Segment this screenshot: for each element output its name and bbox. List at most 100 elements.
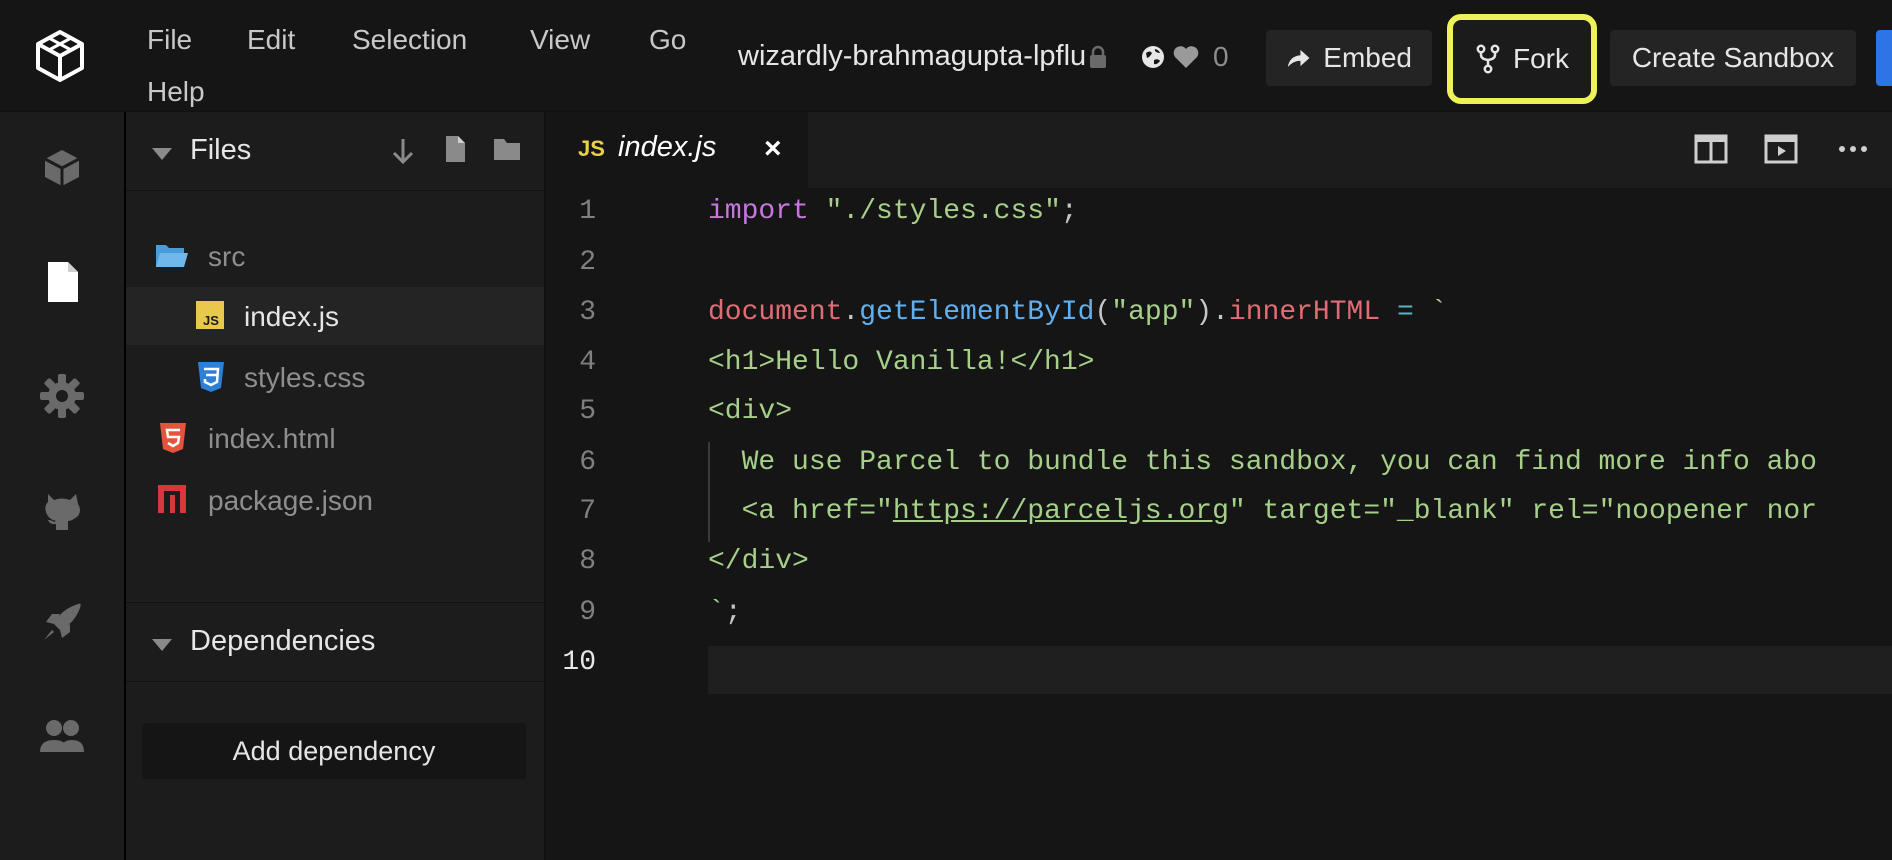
new-folder-icon[interactable] — [492, 136, 522, 162]
file-tree-item-src[interactable]: src — [126, 227, 544, 285]
html-file-icon — [160, 423, 186, 453]
line-number: 2 — [579, 247, 596, 278]
line-number: 5 — [579, 396, 596, 427]
folder-open-icon — [156, 245, 188, 267]
code-line-7: <a href="https://parceljs.org" target="_… — [708, 496, 1817, 527]
current-line-highlight — [708, 646, 1892, 694]
code-line-3: document.getElementById("app").innerHTML… — [708, 297, 1447, 328]
create-sandbox-button[interactable]: Create Sandbox — [1610, 30, 1856, 86]
code-token: " target="_blank" rel="noopener nor — [1228, 496, 1818, 527]
menu-selection[interactable]: Selection — [352, 24, 467, 56]
files-explorer-icon[interactable] — [38, 258, 86, 306]
menu-go[interactable]: Go — [649, 24, 686, 56]
file-name: index.js — [244, 301, 339, 332]
file-tree-item-package-json[interactable]: package.json — [126, 471, 544, 529]
file-tree-item-index-html[interactable]: index.html — [126, 409, 544, 467]
top-header: File Edit Selection View Go Help wizardl… — [0, 0, 1892, 112]
split-view-icon[interactable] — [1694, 134, 1728, 164]
code-line-1: import "./styles.css"; — [708, 196, 1078, 227]
code-line-6: We use Parcel to bundle this sandbox, yo… — [708, 447, 1817, 478]
code-token: innerHTML — [1228, 297, 1381, 328]
new-file-icon[interactable] — [442, 134, 468, 164]
create-sandbox-label: Create Sandbox — [1631, 42, 1835, 73]
line-number: 7 — [579, 496, 596, 527]
share-arrow-icon — [1287, 49, 1310, 68]
menu-edit[interactable]: Edit — [247, 24, 295, 56]
file-name: styles.css — [244, 362, 366, 393]
close-tab-icon[interactable]: × — [764, 132, 782, 166]
js-file-icon: JS — [196, 301, 224, 329]
npm-package-icon — [158, 485, 186, 513]
embed-label: Embed — [1323, 42, 1412, 73]
file-tree-item-index-js[interactable]: JS index.js — [126, 287, 544, 345]
line-number: 8 — [579, 546, 596, 577]
dependencies-title: Dependencies — [190, 625, 376, 657]
globe-icon — [1142, 46, 1164, 68]
line-number: 9 — [579, 597, 596, 628]
sandbox-info-icon[interactable] — [38, 144, 86, 192]
fork-label: Fork — [1513, 43, 1569, 74]
code-token: . — [842, 297, 860, 328]
code-token: document — [708, 297, 843, 328]
code-token: = — [1380, 297, 1431, 328]
collapse-triangle-icon[interactable] — [152, 639, 172, 651]
code-token: ; — [1060, 196, 1078, 227]
fork-button[interactable]: Fork — [1447, 14, 1597, 104]
fork-icon — [1476, 44, 1500, 74]
code-token: ( — [1094, 297, 1112, 328]
line-number: 4 — [579, 347, 596, 378]
svg-text:JS: JS — [203, 313, 219, 328]
js-file-icon: JS — [578, 136, 605, 161]
code-token: "app" — [1111, 297, 1196, 328]
code-token: ` — [1430, 297, 1448, 328]
file-name: package.json — [208, 485, 374, 516]
code-token: ). — [1195, 297, 1229, 328]
menu-file[interactable]: File — [147, 24, 192, 56]
editor-tab-index-js[interactable]: JS index.js × — [546, 112, 808, 188]
code-line-4: <h1>Hello Vanilla!</h1> — [708, 347, 1095, 378]
code-token: "./styles.css" — [808, 196, 1061, 227]
menu-view[interactable]: View — [530, 24, 590, 56]
sign-in-button[interactable] — [1876, 30, 1892, 86]
like-count: 0 — [1213, 41, 1229, 72]
code-token: ` — [708, 597, 725, 628]
settings-gear-icon[interactable] — [38, 372, 86, 420]
code-line-8: </div> — [708, 546, 809, 577]
heart-icon[interactable] — [1172, 44, 1200, 70]
deploy-rocket-icon[interactable] — [38, 598, 86, 646]
tab-filename: index.js — [618, 131, 717, 163]
live-collaboration-icon[interactable] — [38, 712, 86, 760]
dependencies-section-header[interactable]: Dependencies — [126, 602, 544, 682]
collapse-triangle-icon[interactable] — [152, 148, 172, 160]
download-icon[interactable] — [390, 136, 416, 166]
line-number: 6 — [579, 447, 596, 478]
code-link[interactable]: https://parceljs.org — [893, 496, 1229, 527]
code-line-5: <div> — [708, 396, 793, 427]
menu-help[interactable]: Help — [147, 76, 205, 110]
css-file-icon — [198, 362, 224, 392]
code-line-9: `; — [708, 597, 742, 628]
file-tree-item-styles-css[interactable]: styles.css — [126, 348, 544, 406]
code-token: ; — [724, 597, 742, 628]
github-icon[interactable] — [38, 484, 86, 532]
codesandbox-logo-icon[interactable] — [32, 28, 88, 84]
file-name: src — [208, 241, 246, 272]
file-name: index.html — [208, 423, 336, 454]
line-number: 1 — [579, 196, 596, 227]
lock-icon — [1090, 45, 1106, 68]
files-section-header[interactable]: Files — [126, 112, 544, 191]
sidebar-explorer: Files src JS index.js styles.css index.h… — [126, 112, 546, 860]
preview-window-icon[interactable] — [1764, 134, 1798, 164]
sandbox-name[interactable]: wizardly-brahmagupta-lpflu — [738, 40, 1086, 73]
add-dependency-button[interactable]: Add dependency — [142, 723, 526, 779]
files-title: Files — [190, 134, 252, 166]
code-token: import — [708, 196, 809, 227]
activity-bar — [0, 112, 126, 860]
code-token: getElementById — [859, 297, 1095, 328]
line-number-active: 10 — [562, 647, 596, 678]
code-editor[interactable]: 1 2 3 4 5 6 7 8 9 10 import "./styles.cs… — [546, 188, 1892, 860]
line-number: 3 — [579, 297, 596, 328]
embed-button[interactable]: Embed — [1266, 30, 1432, 86]
code-token: <a href=" — [708, 496, 893, 527]
more-options-icon[interactable] — [1836, 134, 1870, 164]
